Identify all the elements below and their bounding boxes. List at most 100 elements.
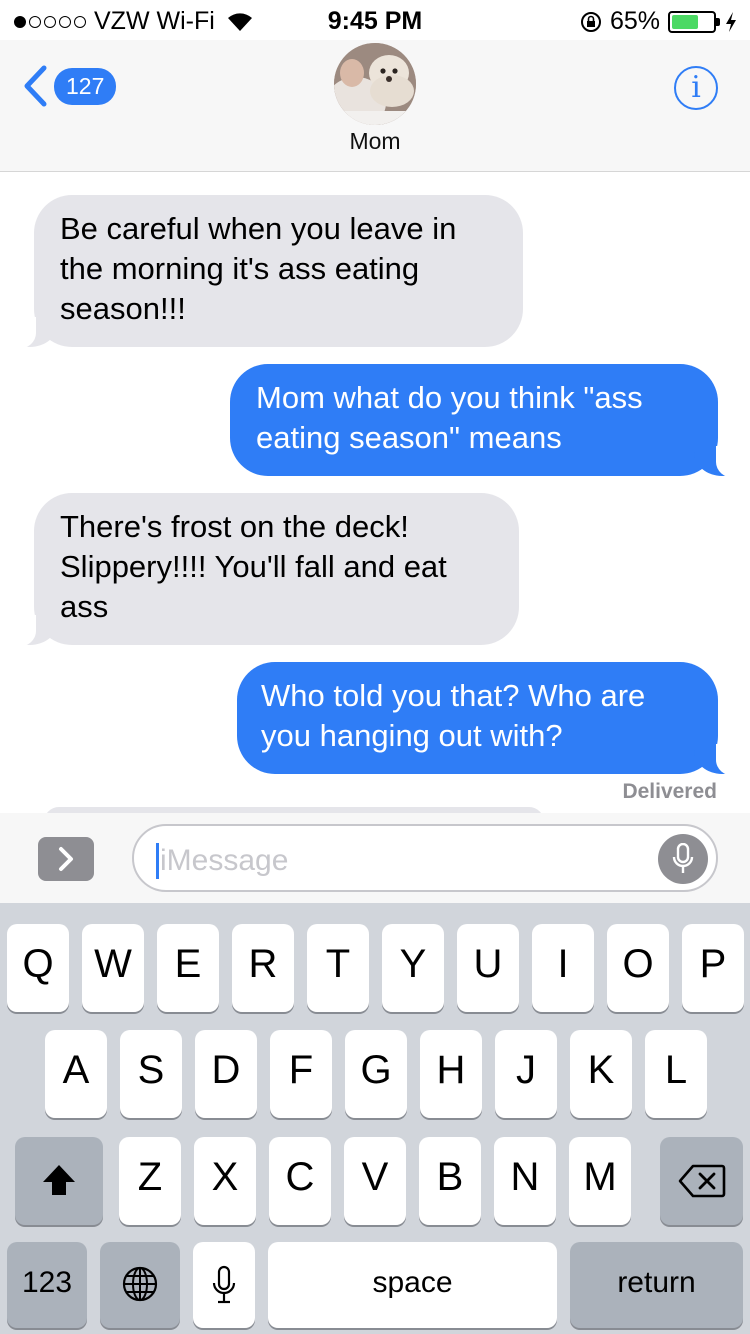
message-text: Who told you that? Who are you hanging o… — [261, 678, 646, 753]
key-label: J — [516, 1048, 536, 1092]
key-label: G — [360, 1048, 392, 1092]
numbers-key-label: 123 — [21, 1266, 73, 1299]
back-chevron-icon — [24, 65, 47, 107]
key-label: K — [587, 1048, 615, 1092]
keyboard: 123 space return QWE R T Y U I O P A S D F GH J K L Z X C V… — [0, 903, 750, 1334]
key-label: F — [288, 1048, 314, 1092]
key-label: O — [622, 942, 654, 986]
key-label: E — [174, 942, 202, 986]
key-f[interactable]: F — [270, 1030, 332, 1118]
key-label: Q — [22, 942, 54, 986]
key-o[interactable]: O — [607, 924, 669, 1012]
key-t[interactable]: T — [307, 924, 369, 1012]
shift-icon — [43, 1165, 75, 1195]
key-m[interactable]: M — [569, 1137, 631, 1225]
microphone-icon — [672, 843, 694, 873]
delete-key[interactable] — [660, 1137, 743, 1225]
outgoing-message[interactable]: Who told you that? Who are you hanging o… — [237, 662, 740, 776]
space-key-label: space — [372, 1266, 453, 1299]
status-right: 65% — [580, 7, 738, 36]
key-u[interactable]: U — [457, 924, 519, 1012]
globe-key[interactable] — [100, 1242, 180, 1328]
dictation-key[interactable] — [193, 1242, 255, 1328]
key-label: U — [473, 942, 503, 986]
chevron-right-icon — [59, 847, 73, 871]
message-text: There's frost on the deck! Slippery!!!! … — [60, 509, 447, 624]
battery-icon — [668, 10, 720, 33]
key-b[interactable]: B — [419, 1137, 481, 1225]
compose-bar: iMessage — [0, 813, 750, 903]
key-w[interactable]: W — [82, 924, 144, 1012]
key-label: L — [664, 1048, 688, 1092]
key-e[interactable]: E — [157, 924, 219, 1012]
battery-level — [672, 14, 698, 29]
expand-apps-button[interactable] — [38, 837, 94, 881]
key-c[interactable]: C — [269, 1137, 331, 1225]
back-button[interactable]: 127 — [22, 64, 117, 108]
globe-icon — [122, 1266, 158, 1302]
info-icon: i — [691, 70, 701, 105]
key-label: D — [211, 1048, 241, 1092]
key-g[interactable]: G — [345, 1030, 407, 1118]
key-label: I — [557, 942, 569, 986]
key-q[interactable]: Q — [7, 924, 69, 1012]
orientation-lock-icon — [580, 11, 601, 32]
text-caret — [156, 843, 159, 879]
key-x[interactable]: X — [194, 1137, 256, 1225]
status-bar: VZW Wi-Fi 9:45 PM 65% — [0, 0, 750, 40]
message-input[interactable]: iMessage — [132, 824, 718, 892]
key-label: M — [583, 1155, 617, 1199]
key-label: H — [436, 1048, 466, 1092]
conversation-header: 127 Mom i — [0, 40, 750, 172]
delivered-status: Delivered — [622, 780, 717, 803]
key-d[interactable]: D — [195, 1030, 257, 1118]
key-y[interactable]: Y — [382, 924, 444, 1012]
contact-avatar[interactable] — [334, 43, 416, 125]
key-l[interactable]: L — [645, 1030, 707, 1118]
key-v[interactable]: V — [344, 1137, 406, 1225]
key-label: P — [699, 942, 727, 986]
message-list[interactable]: Be careful when you leave in the morning… — [0, 173, 750, 813]
battery-nub — [716, 17, 720, 26]
key-p[interactable]: P — [682, 924, 744, 1012]
microphone-icon — [212, 1265, 236, 1304]
key-label: T — [325, 942, 351, 986]
message-placeholder: iMessage — [160, 844, 289, 877]
key-label: C — [285, 1155, 315, 1199]
outgoing-message[interactable]: Mom what do you think "ass eating season… — [230, 364, 740, 478]
message-text: Be careful when you leave in the morning… — [60, 211, 457, 326]
key-label: S — [137, 1048, 165, 1092]
space-key[interactable]: space — [268, 1242, 557, 1328]
key-label: Z — [137, 1155, 163, 1199]
key-label: Y — [399, 942, 427, 986]
key-i[interactable]: I — [532, 924, 594, 1012]
key-h[interactable]: H — [420, 1030, 482, 1118]
avatar-photo — [334, 43, 416, 125]
key-k[interactable]: K — [570, 1030, 632, 1118]
key-label: A — [62, 1048, 90, 1092]
key-label: V — [361, 1155, 389, 1199]
return-key-label: return — [617, 1266, 696, 1299]
info-button[interactable]: i — [674, 66, 718, 110]
key-label: W — [94, 942, 132, 986]
incoming-message[interactable]: There's frost on the deck! Slippery!!!! … — [12, 493, 519, 647]
key-r[interactable]: R — [232, 924, 294, 1012]
key-a[interactable]: A — [45, 1030, 107, 1118]
key-s[interactable]: S — [120, 1030, 182, 1118]
key-label: X — [211, 1155, 239, 1199]
contact-name[interactable]: Mom — [0, 128, 750, 155]
return-key[interactable]: return — [570, 1242, 743, 1328]
charging-bolt-icon — [726, 11, 736, 32]
key-label: N — [510, 1155, 540, 1199]
key-z[interactable]: Z — [119, 1137, 181, 1225]
key-j[interactable]: J — [495, 1030, 557, 1118]
dictation-button[interactable] — [658, 834, 708, 884]
delete-icon — [678, 1164, 726, 1198]
numbers-key[interactable]: 123 — [7, 1242, 87, 1328]
shift-key[interactable] — [15, 1137, 103, 1225]
key-n[interactable]: N — [494, 1137, 556, 1225]
incoming-message[interactable]: Be careful when you leave in the morning… — [12, 195, 523, 349]
battery-percent: 65% — [609, 7, 660, 35]
message-text: Mom what do you think "ass eating season… — [256, 380, 643, 455]
key-label: B — [436, 1155, 464, 1199]
